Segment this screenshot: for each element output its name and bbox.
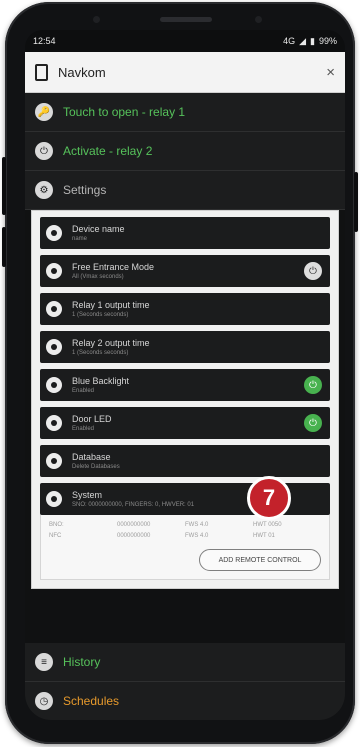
info-cell: NFC	[49, 533, 62, 539]
app-titlebar: Navkom ×	[25, 52, 345, 93]
front-camera	[255, 16, 262, 23]
gear-icon	[46, 491, 62, 507]
setting-free-entrance[interactable]: Free Entrance Mode All (Vmax seconds) ⏻	[40, 255, 330, 287]
gear-icon	[46, 377, 62, 393]
setting-value: Enabled	[72, 388, 95, 394]
info-cell: BNO:	[49, 522, 64, 528]
gear-icon	[46, 301, 62, 317]
activate-label: Activate - relay 2	[63, 144, 153, 158]
phone-frame: 12:54 4G ◢ ▮ 99% Navkom × 🔑 Touch to ope…	[2, 2, 358, 744]
history-button[interactable]: ≡ History	[25, 643, 345, 682]
power-toggle-icon[interactable]: ⏻	[304, 414, 322, 432]
sensor	[93, 16, 100, 23]
volume-button	[2, 157, 6, 215]
app-screen: 12:54 4G ◢ ▮ 99% Navkom × 🔑 Touch to ope…	[25, 30, 345, 720]
status-right: 4G ◢ ▮ 99%	[283, 36, 337, 47]
setting-label: Blue Backlight	[72, 376, 130, 386]
bixby-button	[2, 227, 6, 267]
setting-database[interactable]: Database Delete Databases	[40, 445, 330, 477]
status-time: 12:54	[33, 36, 56, 46]
info-cell: HWT 01	[253, 533, 275, 539]
power-toggle-icon[interactable]: ⏻	[304, 262, 322, 280]
setting-label: System	[72, 490, 103, 500]
info-cell: 0000000000	[117, 522, 151, 528]
power-button	[354, 172, 358, 232]
setting-label: Database	[72, 452, 111, 462]
battery-icon: ▮	[310, 35, 315, 46]
system-info-row: BNO: 0000000000 FWS 4.0 HWT 0050	[49, 522, 321, 528]
schedules-button[interactable]: ◷ Schedules	[25, 682, 345, 720]
setting-relay2-time[interactable]: Relay 2 output time 1 (Seconds seconds)	[40, 331, 330, 363]
setting-door-led[interactable]: Door LED Enabled ⏻	[40, 407, 330, 439]
add-remote-control-button[interactable]: ADD REMOTE CONTROL	[199, 549, 321, 571]
settings-header[interactable]: ⚙ Settings	[25, 171, 345, 210]
earpiece	[160, 17, 212, 22]
setting-value: SNO: 0000000000, FINGERS: 0, HWVER: 01	[72, 502, 195, 508]
close-icon[interactable]: ×	[326, 64, 335, 81]
setting-label: Door LED	[72, 414, 112, 424]
gear-icon	[46, 225, 62, 241]
gear-icon	[46, 339, 62, 355]
bottom-menu: ≡ History ◷ Schedules	[25, 643, 345, 720]
setting-device-name[interactable]: Device name name	[40, 217, 330, 249]
gear-icon	[46, 415, 62, 431]
power-toggle-icon[interactable]: ⏻	[304, 376, 322, 394]
settings-label: Settings	[63, 183, 107, 197]
info-cell: FWS 4.0	[185, 533, 209, 539]
battery-label: 99%	[318, 36, 337, 46]
gear-icon	[46, 263, 62, 279]
setting-blue-backlight[interactable]: Blue Backlight Enabled ⏻	[40, 369, 330, 401]
setting-value: 1 (Seconds seconds)	[72, 312, 129, 318]
setting-value: Delete Databases	[72, 464, 120, 470]
setting-label: Relay 1 output time	[72, 300, 150, 310]
app-title: Navkom	[58, 64, 106, 80]
setting-value: Enabled	[72, 426, 95, 432]
status-bar: 12:54 4G ◢ ▮ 99%	[25, 30, 345, 52]
network-label: 4G	[283, 36, 296, 46]
system-info-row: NFC 0000000000 FWS 4.0 HWT 01	[49, 533, 321, 539]
activate-button[interactable]: ⏻ Activate - relay 2	[25, 132, 345, 171]
info-cell: HWT 0050	[253, 522, 282, 528]
setting-value: 1 (Seconds seconds)	[72, 350, 129, 356]
lock-icon: 🔑	[35, 103, 53, 121]
info-cell: 0000000000	[117, 533, 151, 539]
step-badge: 7	[247, 476, 291, 520]
schedules-label: Schedules	[63, 694, 120, 708]
history-label: History	[63, 655, 101, 669]
system-info-panel: BNO: 0000000000 FWS 4.0 HWT 0050 NFC 000…	[40, 513, 330, 580]
schedule-icon: ◷	[35, 692, 53, 710]
settings-panel: Device name name Free Entrance Mode All (V…	[31, 210, 339, 589]
setting-label: Free Entrance Mode	[72, 262, 155, 272]
touch-open-button[interactable]: 🔑 Touch to open - relay 1	[25, 93, 345, 132]
device-icon	[35, 63, 48, 81]
gear-icon: ⚙	[35, 181, 53, 199]
history-icon: ≡	[35, 653, 53, 671]
touch-open-label: Touch to open - relay 1	[63, 105, 186, 119]
setting-relay1-time[interactable]: Relay 1 output time 1 (Seconds seconds)	[40, 293, 330, 325]
gear-icon	[46, 453, 62, 469]
setting-value: All (Vmax seconds)	[72, 274, 124, 280]
info-cell: FWS 4.0	[185, 522, 209, 528]
setting-value: name	[72, 236, 88, 242]
signal-icon: ◢	[299, 35, 307, 46]
setting-label: Relay 2 output time	[72, 338, 150, 348]
setting-label: Device name	[72, 224, 125, 234]
power-icon: ⏻	[35, 142, 53, 160]
